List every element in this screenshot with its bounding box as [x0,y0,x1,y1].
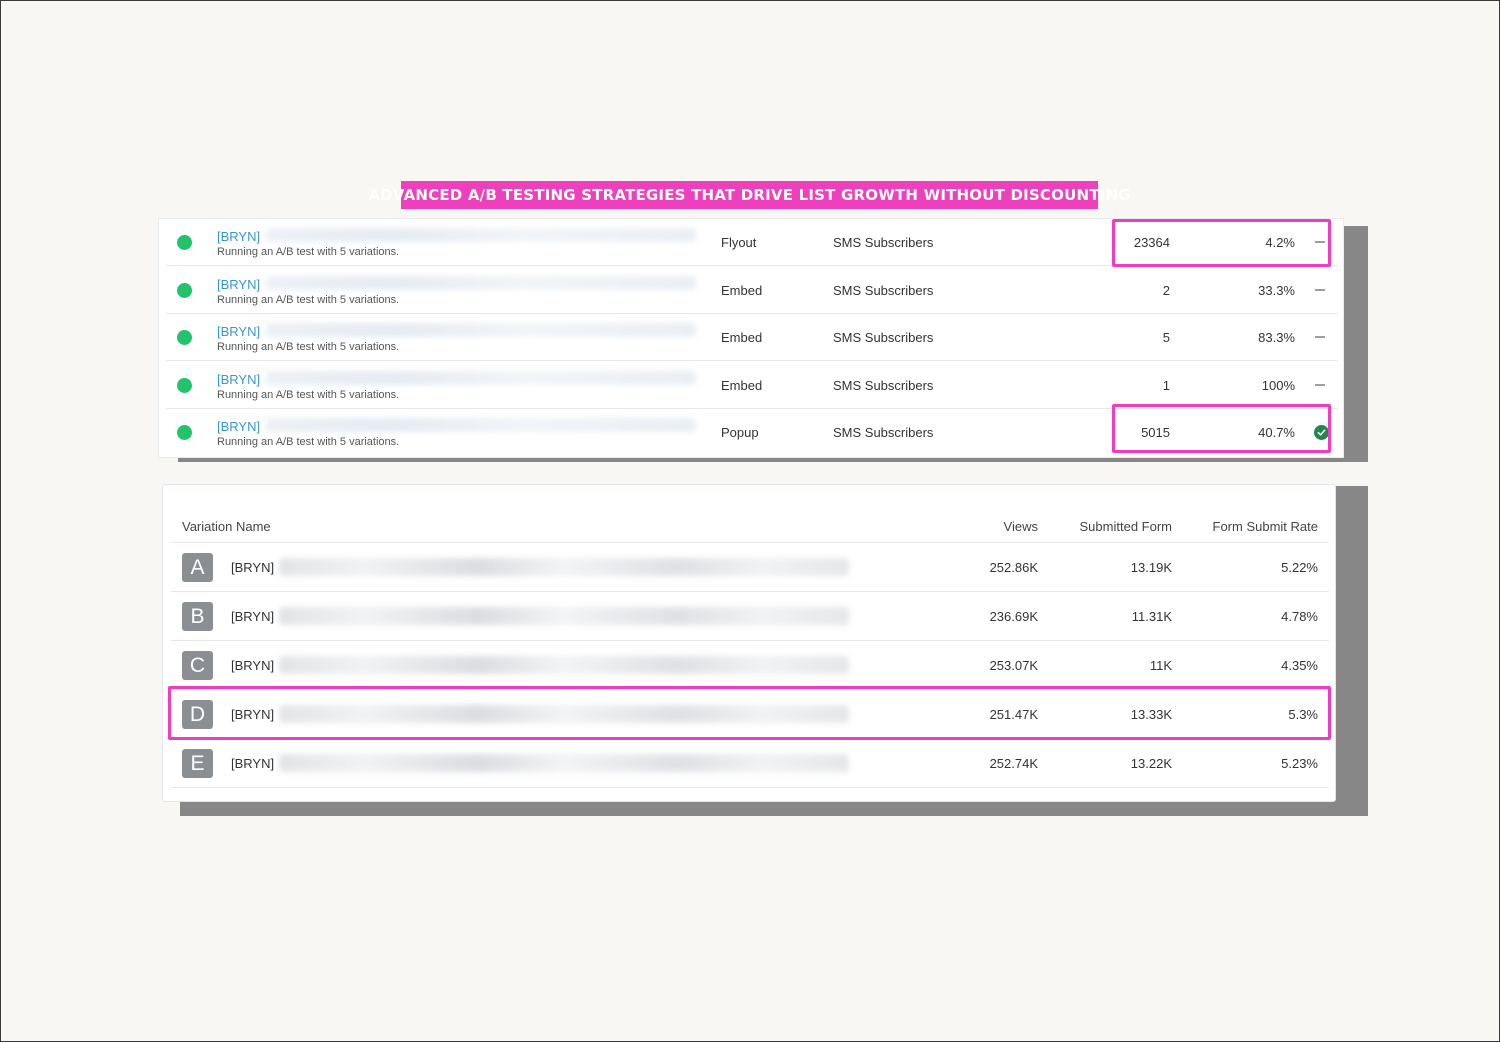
variation-name: [BRYN] [231,756,275,771]
form-submit-rate: 4.2% [1265,235,1295,250]
form-row[interactable]: [BRYN] Running an A/B test with 5 variat… [166,409,1338,456]
dash-icon [1315,241,1325,243]
status-dot [177,425,192,440]
form-name-link[interactable]: [BRYN] [217,419,260,434]
variation-letter-badge: E [182,749,213,778]
blurred-name [279,656,849,674]
form-description: Running an A/B test with 5 variations. [217,246,400,258]
form-submit-count: 2 [1162,283,1170,298]
rate-cell: 5.22% [1281,560,1318,575]
variation-letter-badge: B [182,602,213,631]
blurred-name [279,705,849,723]
variation-name: [BRYN] [231,707,275,722]
forms-panel: [BRYN] Running an A/B test with 5 variat… [158,218,1344,458]
variation-name: [BRYN] [231,560,275,575]
rate-cell: 5.23% [1281,756,1318,771]
form-name-link[interactable]: [BRYN] [217,229,260,244]
variation-letter-badge: C [182,651,213,680]
views-cell: 253.07K [989,658,1038,673]
form-description: Running an A/B test with 5 variations. [217,436,400,448]
column-header-submitted-form[interactable]: Submitted Form [1080,519,1172,534]
variation-letter-badge: A [182,553,213,582]
form-name-link[interactable]: [BRYN] [217,277,260,292]
blurred-name [279,754,849,772]
submitted-cell: 11.31K [1131,609,1172,624]
form-submit-rate: 100% [1261,378,1295,393]
form-row[interactable]: [BRYN] Running an A/B test with 5 variat… [166,314,1338,361]
form-list: SMS Subscribers [833,378,934,393]
form-type: Embed [721,378,763,393]
views-cell: 252.86K [989,560,1038,575]
form-name-link[interactable]: [BRYN] [217,372,260,387]
views-cell: 236.69K [989,609,1038,624]
form-row[interactable]: [BRYN] Running an A/B test with 5 variat… [166,219,1338,266]
table-row[interactable]: B [BRYN] 236.69K 11.31K 4.78% [171,592,1329,641]
table-row[interactable]: D [BRYN] 251.47K 13.33K 5.3% [171,690,1329,739]
status-dot [177,378,192,393]
form-description: Running an A/B test with 5 variations. [217,294,400,306]
form-description: Running an A/B test with 5 variations. [217,341,400,353]
banner-title: ADVANCED A/B TESTING STRATEGIES THAT DRI… [368,181,1130,209]
variation-name: [BRYN] [231,609,275,624]
table-row[interactable]: C [BRYN] 253.07K 11K 4.35% [171,641,1329,690]
form-type: Popup [721,425,759,440]
table-row[interactable]: E [BRYN] 252.74K 13.22K 5.23% [171,739,1329,788]
blurred-name [266,228,696,242]
form-type: Embed [721,330,763,345]
dash-icon [1315,289,1325,291]
dash-icon [1315,336,1325,338]
column-header-views[interactable]: Views [1004,519,1038,534]
form-list: SMS Subscribers [833,283,934,298]
form-name-link[interactable]: [BRYN] [217,324,260,339]
table-row[interactable]: A [BRYN] 252.86K 13.19K 5.22% [171,543,1329,592]
form-submit-rate: 33.3% [1258,283,1295,298]
form-submit-rate: 40.7% [1258,425,1295,440]
blurred-name [266,323,696,337]
blurred-name [279,607,849,625]
submitted-cell: 13.22K [1130,756,1172,771]
dash-icon [1315,384,1325,386]
views-cell: 251.47K [989,707,1038,722]
form-row[interactable]: [BRYN] Running an A/B test with 5 variat… [166,362,1338,409]
variation-letter-badge: D [182,700,213,729]
form-list: SMS Subscribers [833,425,934,440]
form-list: SMS Subscribers [833,330,934,345]
form-submit-count: 1 [1162,378,1170,393]
views-cell: 252.74K [989,756,1038,771]
form-list: SMS Subscribers [833,235,934,250]
status-dot [177,283,192,298]
variations-panel: Variation Name Views Submitted Form Form… [162,484,1336,802]
rate-cell: 5.3% [1288,707,1318,722]
blurred-name [266,276,696,290]
submitted-cell: 13.19K [1130,560,1172,575]
form-submit-rate: 83.3% [1258,330,1295,345]
form-submit-count: 5 [1162,330,1170,345]
form-submit-count: 5015 [1141,425,1170,440]
submitted-cell: 11K [1149,658,1172,673]
form-row[interactable]: [BRYN] Running an A/B test with 5 variat… [166,267,1338,314]
submitted-cell: 13.33K [1130,707,1172,722]
check-circle-icon [1314,425,1329,440]
status-dot [177,330,192,345]
blurred-name [266,371,696,385]
blurred-name [279,558,849,576]
blurred-name [266,418,696,432]
form-type: Embed [721,283,763,298]
column-header-form-submit-rate[interactable]: Form Submit Rate [1213,519,1318,534]
form-type: Flyout [721,235,757,250]
column-header-variation-name[interactable]: Variation Name [182,519,271,534]
status-dot [177,235,192,250]
table-header: Variation Name Views Submitted Form Form… [171,507,1329,543]
form-description: Running an A/B test with 5 variations. [217,389,400,401]
variation-name: [BRYN] [231,658,275,673]
rate-cell: 4.35% [1281,658,1318,673]
form-submit-count: 23364 [1133,235,1170,250]
rate-cell: 4.78% [1281,609,1318,624]
